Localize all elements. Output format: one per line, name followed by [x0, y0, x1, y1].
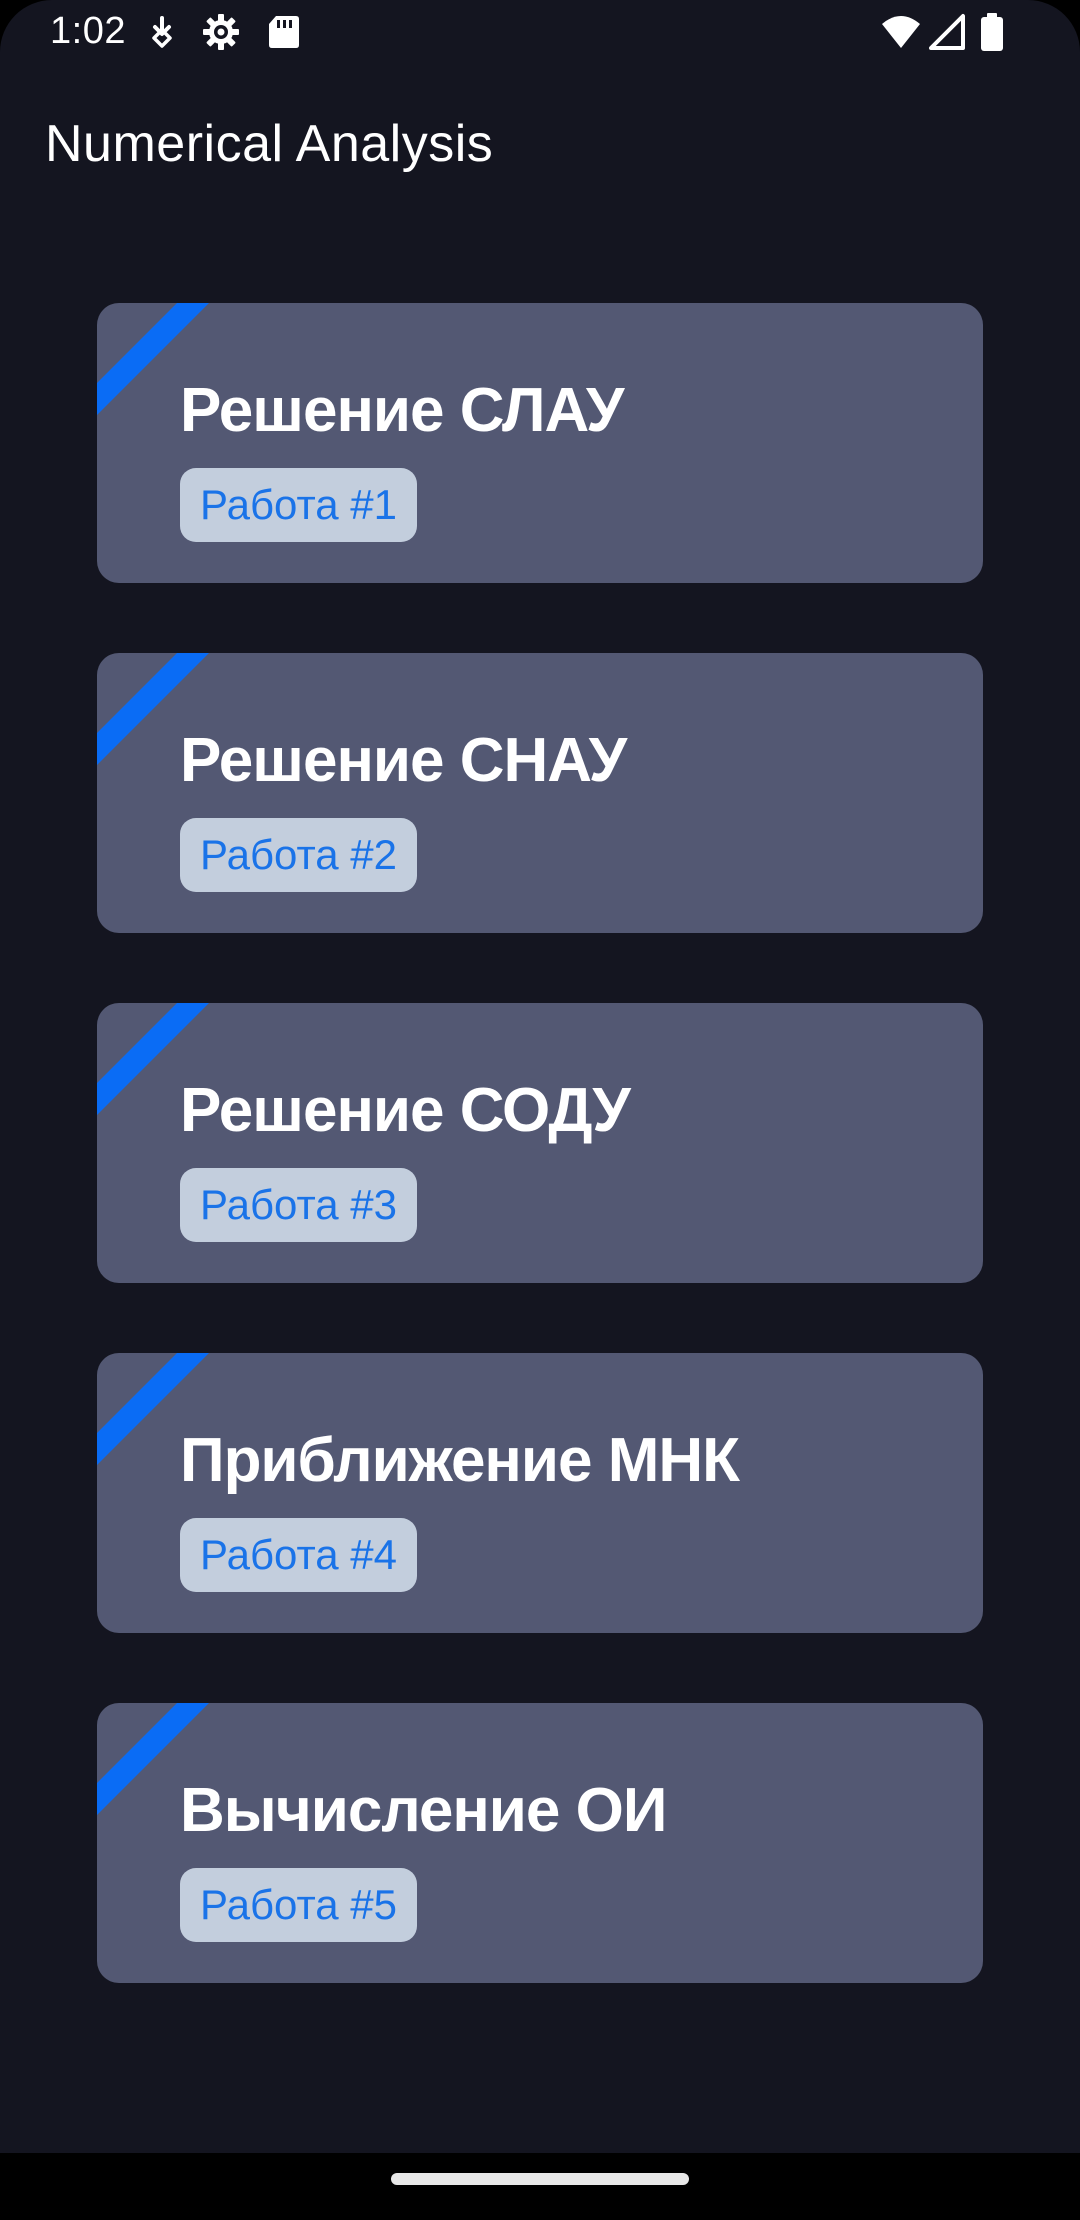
card-badge: Работа #5 [180, 1868, 417, 1942]
lab-card-4[interactable]: Приближение МНК Работа #4 [97, 1353, 983, 1633]
app-screen: 1:02 Numerical Analysis Решение СЛАУ Раб… [0, 0, 1080, 2153]
navigation-bar [0, 2153, 1080, 2220]
card-badge: Работа #3 [180, 1168, 417, 1242]
status-bar: 1:02 [0, 0, 1080, 66]
lab-card-2[interactable]: Решение СНАУ Работа #2 [97, 653, 983, 933]
lab-card-5[interactable]: Вычисление ОИ Работа #5 [97, 1703, 983, 1983]
card-badge: Работа #4 [180, 1518, 417, 1592]
app-bar: Numerical Analysis [0, 66, 1080, 226]
download-icon [152, 16, 172, 48]
battery-icon [981, 13, 1003, 51]
cellular-signal-icon [929, 14, 965, 50]
wifi-icon [882, 16, 920, 48]
app-title: Numerical Analysis [45, 115, 494, 173]
lab-list: Решение СЛАУ Работа #1 Решение СНАУ Рабо… [97, 303, 983, 2053]
status-time: 1:02 [50, 10, 126, 52]
card-title: Приближение МНК [180, 1426, 740, 1495]
card-title: Решение СЛАУ [180, 376, 624, 445]
card-badge: Работа #2 [180, 818, 417, 892]
lab-card-1[interactable]: Решение СЛАУ Работа #1 [97, 303, 983, 583]
card-badge: Работа #1 [180, 468, 417, 542]
home-gesture-handle[interactable] [391, 2173, 689, 2185]
card-title: Решение СОДУ [180, 1076, 631, 1145]
card-title: Вычисление ОИ [180, 1776, 667, 1845]
card-title: Решение СНАУ [180, 726, 627, 795]
sd-card-icon [269, 16, 299, 48]
settings-icon [203, 14, 239, 50]
lab-card-3[interactable]: Решение СОДУ Работа #3 [97, 1003, 983, 1283]
